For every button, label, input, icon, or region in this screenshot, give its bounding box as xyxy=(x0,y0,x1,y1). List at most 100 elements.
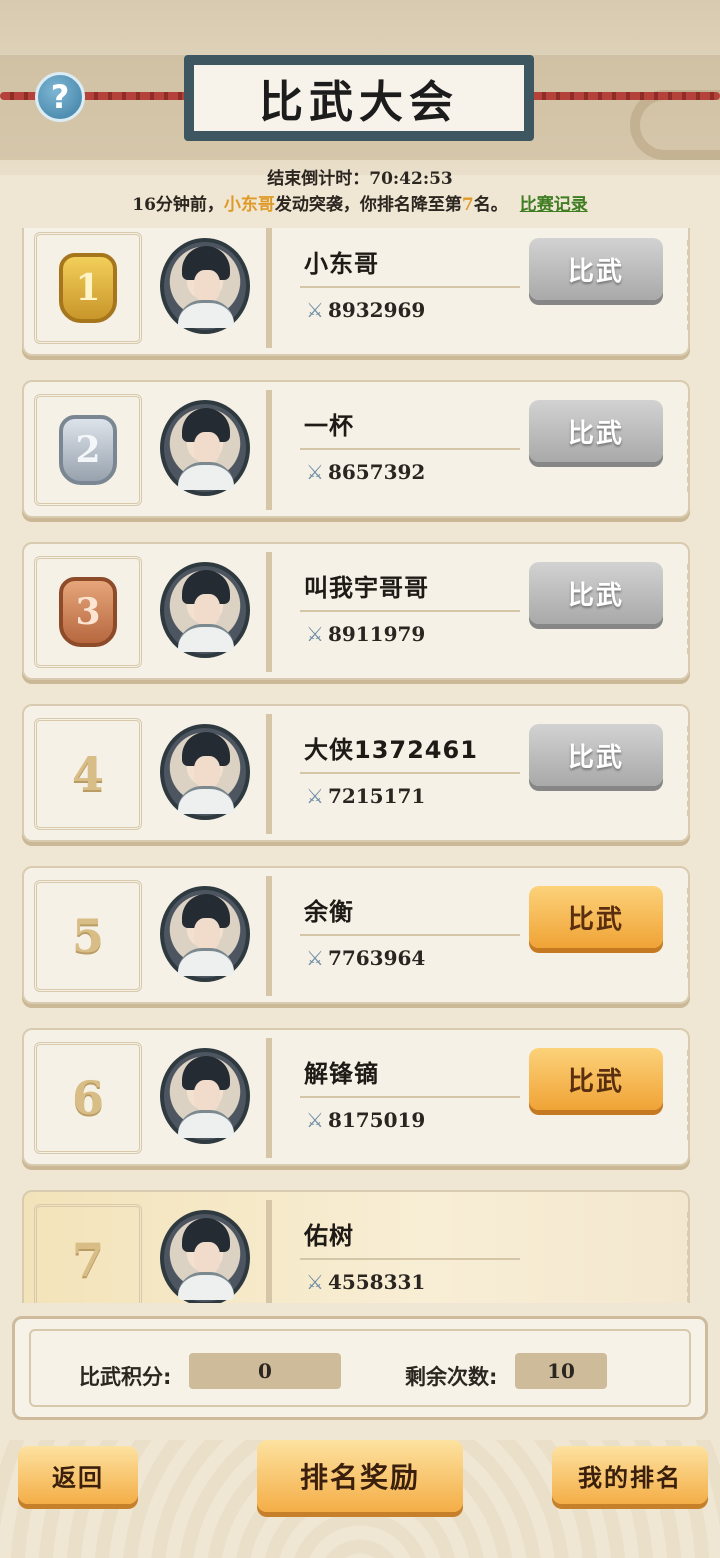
avatar-robe xyxy=(178,624,234,652)
attack-notice: 16分钟前，小东哥发动突袭，你排名降至第7名。 比赛记录 xyxy=(0,190,720,215)
rope-right xyxy=(518,92,720,100)
countdown-value: 70:42:53 xyxy=(369,169,453,189)
challenge-button[interactable]: 比武 xyxy=(529,400,663,462)
back-button[interactable]: 返回 xyxy=(18,1446,138,1504)
sword-icon: ⚔ xyxy=(306,946,324,970)
countdown-label: 结束倒计时： xyxy=(267,169,370,189)
player-card: 1 小东哥 ⚔ 8932969 比武 xyxy=(22,228,690,356)
player-name: 叫我宇哥哥 xyxy=(304,574,429,602)
points-value: 0 xyxy=(189,1353,341,1389)
notice-middle: 发动突袭，你排名降至第 xyxy=(274,195,462,215)
points-label: 比武积分: xyxy=(79,1365,172,1389)
player-info: 大侠1372461 ⚔ 7215171 xyxy=(266,714,532,834)
player-info: 解锋镝 ⚔ 8175019 xyxy=(266,1038,532,1158)
challenge-button[interactable]: 比武 xyxy=(529,238,663,300)
player-card: 7 佑树 ⚔ 4558331 xyxy=(22,1190,690,1303)
sword-icon: ⚔ xyxy=(306,622,324,646)
divider xyxy=(300,610,520,612)
player-card: 4 大侠1372461 ⚔ 7215171 比武 xyxy=(22,704,690,842)
rank-number: 6 xyxy=(71,1071,104,1125)
rank-box: 7 xyxy=(34,1204,142,1303)
player-name: 佑树 xyxy=(304,1222,354,1250)
challenge-button[interactable]: 比武 xyxy=(529,886,663,948)
avatar[interactable] xyxy=(160,1048,250,1144)
power-value: 8911979 xyxy=(327,622,426,646)
player-card: 6 解锋镝 ⚔ 8175019 比武 xyxy=(22,1028,690,1166)
avatar-face xyxy=(194,594,220,626)
avatar[interactable] xyxy=(160,1210,250,1303)
power-value: 7763964 xyxy=(327,946,426,970)
avatar-face xyxy=(194,918,220,950)
rank-number: 5 xyxy=(71,909,104,963)
avatar-robe xyxy=(178,786,234,814)
divider xyxy=(300,772,520,774)
rope-left xyxy=(0,92,200,100)
rank-medal-icon: 1 xyxy=(59,253,117,323)
player-card: 3 叫我宇哥哥 ⚔ 8911979 比武 xyxy=(22,542,690,680)
rank-box: 1 xyxy=(34,232,142,344)
power-row: ⚔ 8932969 xyxy=(306,298,425,322)
remaining-label: 剩余次数: xyxy=(405,1365,498,1389)
avatar[interactable] xyxy=(160,562,250,658)
sword-icon: ⚔ xyxy=(306,784,324,808)
avatar-face xyxy=(194,270,220,302)
rank-box: 4 xyxy=(34,718,142,830)
rank-number: 4 xyxy=(71,747,104,801)
power-row: ⚔ 8175019 xyxy=(306,1108,425,1132)
rank-box: 2 xyxy=(34,394,142,506)
divider xyxy=(300,1096,520,1098)
power-row: ⚔ 7763964 xyxy=(306,946,425,970)
sword-icon: ⚔ xyxy=(306,460,324,484)
rank-rewards-button[interactable]: 排名奖励 xyxy=(257,1440,463,1512)
help-button[interactable]: ? xyxy=(35,72,85,122)
avatar[interactable] xyxy=(160,724,250,820)
player-info: 佑树 ⚔ 4558331 xyxy=(266,1200,532,1303)
help-icon: ? xyxy=(50,78,70,116)
challenge-button[interactable]: 比武 xyxy=(529,562,663,624)
avatar[interactable] xyxy=(160,400,250,496)
player-name: 一杯 xyxy=(304,412,354,440)
sword-icon: ⚔ xyxy=(306,1270,324,1294)
rank-box: 6 xyxy=(34,1042,142,1154)
power-row: ⚔ 8911979 xyxy=(306,622,425,646)
match-record-link[interactable]: 比赛记录 xyxy=(520,195,588,215)
rank-medal-icon: 2 xyxy=(59,415,117,485)
avatar-robe xyxy=(178,300,234,328)
ranking-list[interactable]: 1 小东哥 ⚔ 8932969 比武 2 一杯 ⚔ 8657392 比武 3 叫我宇哥哥 ⚔ 891197… xyxy=(0,228,720,1303)
stats-inner: 比武积分: 0 剩余次数: 10 xyxy=(29,1329,691,1407)
avatar-robe xyxy=(178,1110,234,1138)
challenge-button[interactable]: 比武 xyxy=(529,1048,663,1110)
rank-number: 7 xyxy=(71,1233,104,1287)
divider xyxy=(300,934,520,936)
rank-box: 3 xyxy=(34,556,142,668)
power-value: 8932969 xyxy=(327,298,426,322)
countdown: 结束倒计时：70:42:53 xyxy=(0,164,720,189)
challenge-button[interactable]: 比武 xyxy=(529,724,663,786)
avatar[interactable] xyxy=(160,238,250,334)
avatar-face xyxy=(194,756,220,788)
player-info: 一杯 ⚔ 8657392 xyxy=(266,390,532,510)
avatar-face xyxy=(194,1080,220,1112)
power-value: 8175019 xyxy=(327,1108,426,1132)
title-plaque: 比武大会 xyxy=(184,55,534,141)
my-rank-button[interactable]: 我的排名 xyxy=(552,1446,708,1504)
avatar-robe xyxy=(178,462,234,490)
stats-panel: 比武积分: 0 剩余次数: 10 xyxy=(12,1316,708,1420)
avatar-face xyxy=(194,1242,220,1274)
notice-prefix: 16分钟前， xyxy=(132,195,224,215)
player-info: 余衡 ⚔ 7763964 xyxy=(266,876,532,996)
power-value: 4558331 xyxy=(327,1270,426,1294)
avatar-face xyxy=(194,432,220,464)
player-card: 5 余衡 ⚔ 7763964 比武 xyxy=(22,866,690,1004)
sword-icon: ⚔ xyxy=(306,1108,324,1132)
power-row: ⚔ 7215171 xyxy=(306,784,425,808)
divider xyxy=(300,286,520,288)
avatar[interactable] xyxy=(160,886,250,982)
player-name: 余衡 xyxy=(304,898,354,926)
cloud-decoration xyxy=(630,90,720,160)
avatar-robe xyxy=(178,1272,234,1300)
avatar-robe xyxy=(178,948,234,976)
power-value: 8657392 xyxy=(327,460,426,484)
player-name: 解锋镝 xyxy=(304,1060,379,1088)
player-info: 叫我宇哥哥 ⚔ 8911979 xyxy=(266,552,532,672)
